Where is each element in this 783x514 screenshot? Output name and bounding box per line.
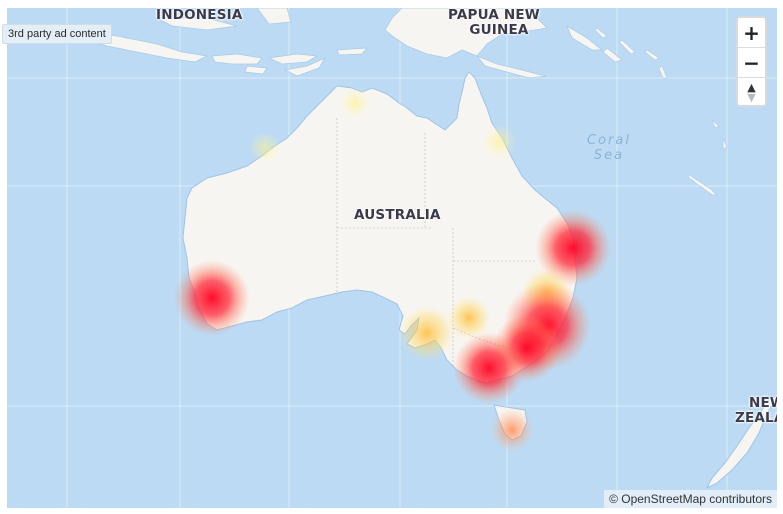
map-basemap [7,8,777,508]
heat-spot-adelaide [399,305,455,361]
label-coral-sea: Coral Sea [587,133,631,163]
label-coral-line1: Coral [587,133,631,148]
heat-spot-cairns [481,124,517,160]
label-new-zealand: NEW ZEALAND [735,396,777,426]
heat-spot-melbourne [453,332,525,404]
reset-north-button[interactable]: ▲ ▼ [738,78,765,105]
label-papua-new-guinea: PAPUA NEW GUINEA [448,8,540,38]
compass-south-icon: ▼ [747,90,756,104]
heat-spot-darwin [339,87,371,119]
copyright-symbol: © [609,492,618,506]
heat-spot-broome [249,132,281,164]
openstreetmap-link[interactable]: OpenStreetMap contributors [621,492,772,506]
zoom-out-button[interactable]: − [738,48,765,78]
label-coral-line2: Sea [593,148,625,163]
plus-icon: + [743,20,760,45]
label-nz-line1: NEW [749,395,777,411]
label-papua-line2: GUINEA [469,22,529,38]
zoom-in-button[interactable]: + [738,18,765,48]
map-canvas[interactable]: INDONESIA PAPUA NEW GUINEA AUSTRALIA Cor… [7,8,777,508]
minus-icon: − [743,50,760,75]
map-attribution: © OpenStreetMap contributors [604,490,777,508]
heat-spot-hobart [490,408,534,452]
new-caledonia [687,119,728,197]
third-party-ad-label: 3rd party ad content [2,24,112,44]
label-papua-line1: PAPUA NEW [448,8,540,23]
map-navigation-control: + − ▲ ▼ [736,16,767,107]
label-nz-line2: ZEALAND [735,410,777,426]
label-australia: AUSTRALIA [354,207,441,223]
label-indonesia: INDONESIA [156,8,243,23]
heat-spot-perth [174,260,250,336]
